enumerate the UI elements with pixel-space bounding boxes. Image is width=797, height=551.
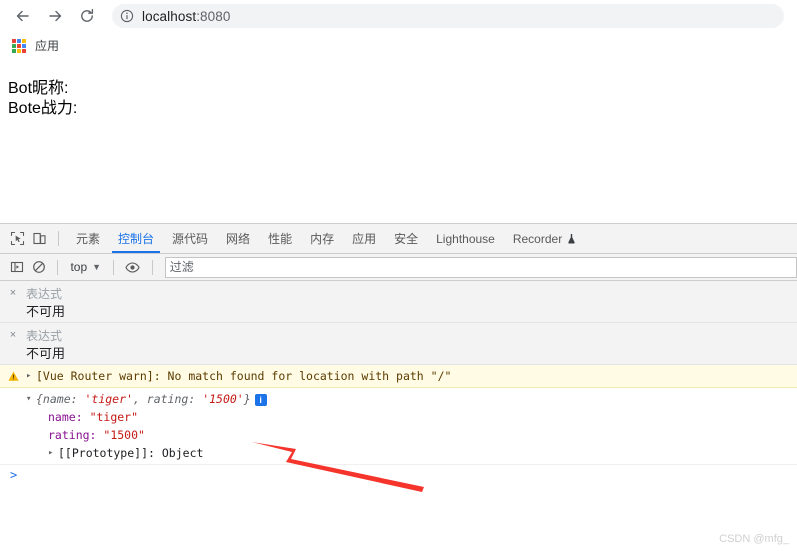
clear-console-button[interactable] xyxy=(28,256,50,278)
tab-elements[interactable]: 元素 xyxy=(67,225,109,253)
tab-security[interactable]: 安全 xyxy=(385,225,427,253)
tab-label: 安全 xyxy=(394,232,419,246)
tab-label: 源代码 xyxy=(172,232,209,246)
tab-recorder[interactable]: Recorder xyxy=(504,225,586,253)
tab-console[interactable]: 控制台 xyxy=(109,225,163,253)
tab-network[interactable]: 网络 xyxy=(217,225,259,253)
console-warning-message[interactable]: [Vue Router warn]: No match found for lo… xyxy=(0,365,797,388)
page-viewport: Bot昵称: Bote战力: xyxy=(0,60,797,223)
reload-button[interactable] xyxy=(74,3,100,29)
apps-grid-icon[interactable] xyxy=(12,38,26,53)
tab-label: 网络 xyxy=(226,232,251,246)
device-toolbar-button[interactable] xyxy=(28,228,50,250)
bookmark-item-apps[interactable]: 应用 xyxy=(35,37,59,54)
console-toolbar-divider-2 xyxy=(113,259,115,275)
live-expression-value: 不可用 xyxy=(26,304,66,319)
back-button[interactable] xyxy=(10,3,36,29)
warning-triangle-icon xyxy=(8,369,19,387)
object-preview-row[interactable]: {name: 'tiger', rating: '1500'}i xyxy=(26,390,797,408)
console-sidebar-button[interactable] xyxy=(6,256,28,278)
tab-label: Lighthouse xyxy=(436,231,495,246)
tab-application[interactable]: 应用 xyxy=(343,225,385,253)
live-expression-value: 不可用 xyxy=(26,346,66,361)
object-preview-rating-value: '1500' xyxy=(202,392,244,406)
url-port: :8080 xyxy=(196,8,231,24)
object-preview-name-value: 'tiger' xyxy=(84,392,133,406)
object-property-row: rating: "1500" xyxy=(48,426,797,444)
tab-label: 应用 xyxy=(352,232,377,246)
back-arrow-icon xyxy=(16,10,29,21)
devtools-panel: 元素 控制台 源代码 网络 性能 内存 应用 安全 Lighthouse Rec… xyxy=(0,223,797,551)
devtools-tabbar: 元素 控制台 源代码 网络 性能 内存 应用 安全 Lighthouse Rec… xyxy=(0,224,797,254)
execution-context-value: top xyxy=(70,260,88,274)
sidebar-toggle-icon xyxy=(10,261,23,273)
tab-label: Recorder xyxy=(512,231,563,246)
console-toolbar-divider-1 xyxy=(57,259,59,275)
console-message-list: [Vue Router warn]: No match found for lo… xyxy=(0,365,797,485)
watermark: CSDN @mfg_ xyxy=(719,533,789,545)
bookmarks-bar: 应用 xyxy=(0,31,797,61)
live-expression-placeholder[interactable]: 表达式 xyxy=(26,323,797,344)
property-value: "tiger" xyxy=(89,410,139,424)
object-preview-close: } xyxy=(243,392,251,406)
close-icon[interactable]: × xyxy=(8,288,18,299)
tab-performance[interactable]: 性能 xyxy=(259,225,301,253)
address-bar[interactable]: localhost:8080 xyxy=(112,4,784,28)
console-toolbar: top ▼ xyxy=(0,254,797,281)
property-value: "1500" xyxy=(103,428,145,442)
eye-icon xyxy=(125,261,140,273)
console-toolbar-divider-3 xyxy=(151,259,153,275)
tab-memory[interactable]: 内存 xyxy=(301,225,343,253)
object-preview-mid: , rating: xyxy=(132,392,203,406)
live-expression-button[interactable] xyxy=(122,256,144,278)
live-expressions-list: × 表达式 不可用 × 表达式 不可用 xyxy=(0,281,797,365)
inspect-element-button[interactable] xyxy=(6,228,28,250)
console-object-message[interactable]: {name: 'tiger', rating: '1500'}i name: "… xyxy=(0,388,797,465)
info-badge-icon[interactable]: i xyxy=(254,393,267,406)
object-preview: {name: 'tiger', rating: '1500'} xyxy=(36,392,251,406)
property-key: name: xyxy=(48,410,83,424)
execution-context-selector[interactable]: top ▼ xyxy=(66,258,105,277)
prototype-value: Object xyxy=(161,446,204,460)
forward-arrow-icon xyxy=(49,10,62,21)
page-text-power: Bote战力: xyxy=(8,100,78,117)
clear-console-icon xyxy=(32,261,45,273)
device-toolbar-icon xyxy=(32,232,46,245)
toolbar-divider xyxy=(58,231,59,246)
expand-arrow-icon[interactable] xyxy=(48,444,58,462)
reload-icon xyxy=(81,8,94,22)
collapse-arrow-icon[interactable] xyxy=(26,390,36,408)
property-key: rating: xyxy=(48,428,97,442)
expand-arrow-icon[interactable] xyxy=(26,367,36,385)
live-expression-item[interactable]: × 表达式 不可用 xyxy=(0,281,797,323)
object-property-row: name: "tiger" xyxy=(48,408,797,426)
console-prompt[interactable]: > xyxy=(0,465,797,485)
prototype-key: [[Prototype]]: xyxy=(58,446,155,460)
prompt-caret: > xyxy=(10,468,18,482)
console-filter-input[interactable] xyxy=(164,256,797,278)
url-host: localhost xyxy=(142,8,197,24)
browser-toolbar: localhost:8080 xyxy=(0,0,797,31)
tab-label: 元素 xyxy=(76,232,101,246)
live-expression-item[interactable]: × 表达式 不可用 xyxy=(0,323,797,365)
flask-icon xyxy=(566,233,577,244)
object-preview-open: {name: xyxy=(36,392,85,406)
browser-window: localhost:8080 应用 Bot昵称: Bote战力: 元素 控制台 … xyxy=(0,0,797,551)
page-text-nickname: Bot昵称: xyxy=(8,80,69,97)
object-prototype-row[interactable]: [[Prototype]]: Object xyxy=(48,444,797,462)
forward-button[interactable] xyxy=(42,3,68,29)
tab-label: 性能 xyxy=(268,232,293,246)
object-properties: name: "tiger" rating: "1500" [[Prototype… xyxy=(26,408,797,462)
inspect-cursor-icon xyxy=(10,231,24,246)
tab-label: 内存 xyxy=(310,232,335,246)
tab-label: 控制台 xyxy=(118,232,155,246)
chevron-down-icon: ▼ xyxy=(92,262,102,272)
console-warning-text: [Vue Router warn]: No match found for lo… xyxy=(36,369,452,383)
address-bar-url: localhost:8080 xyxy=(142,9,230,24)
close-icon[interactable]: × xyxy=(8,330,18,341)
site-info-icon[interactable] xyxy=(120,9,134,23)
tab-sources[interactable]: 源代码 xyxy=(163,225,217,253)
tab-lighthouse[interactable]: Lighthouse xyxy=(427,225,504,253)
live-expression-placeholder[interactable]: 表达式 xyxy=(26,281,797,302)
